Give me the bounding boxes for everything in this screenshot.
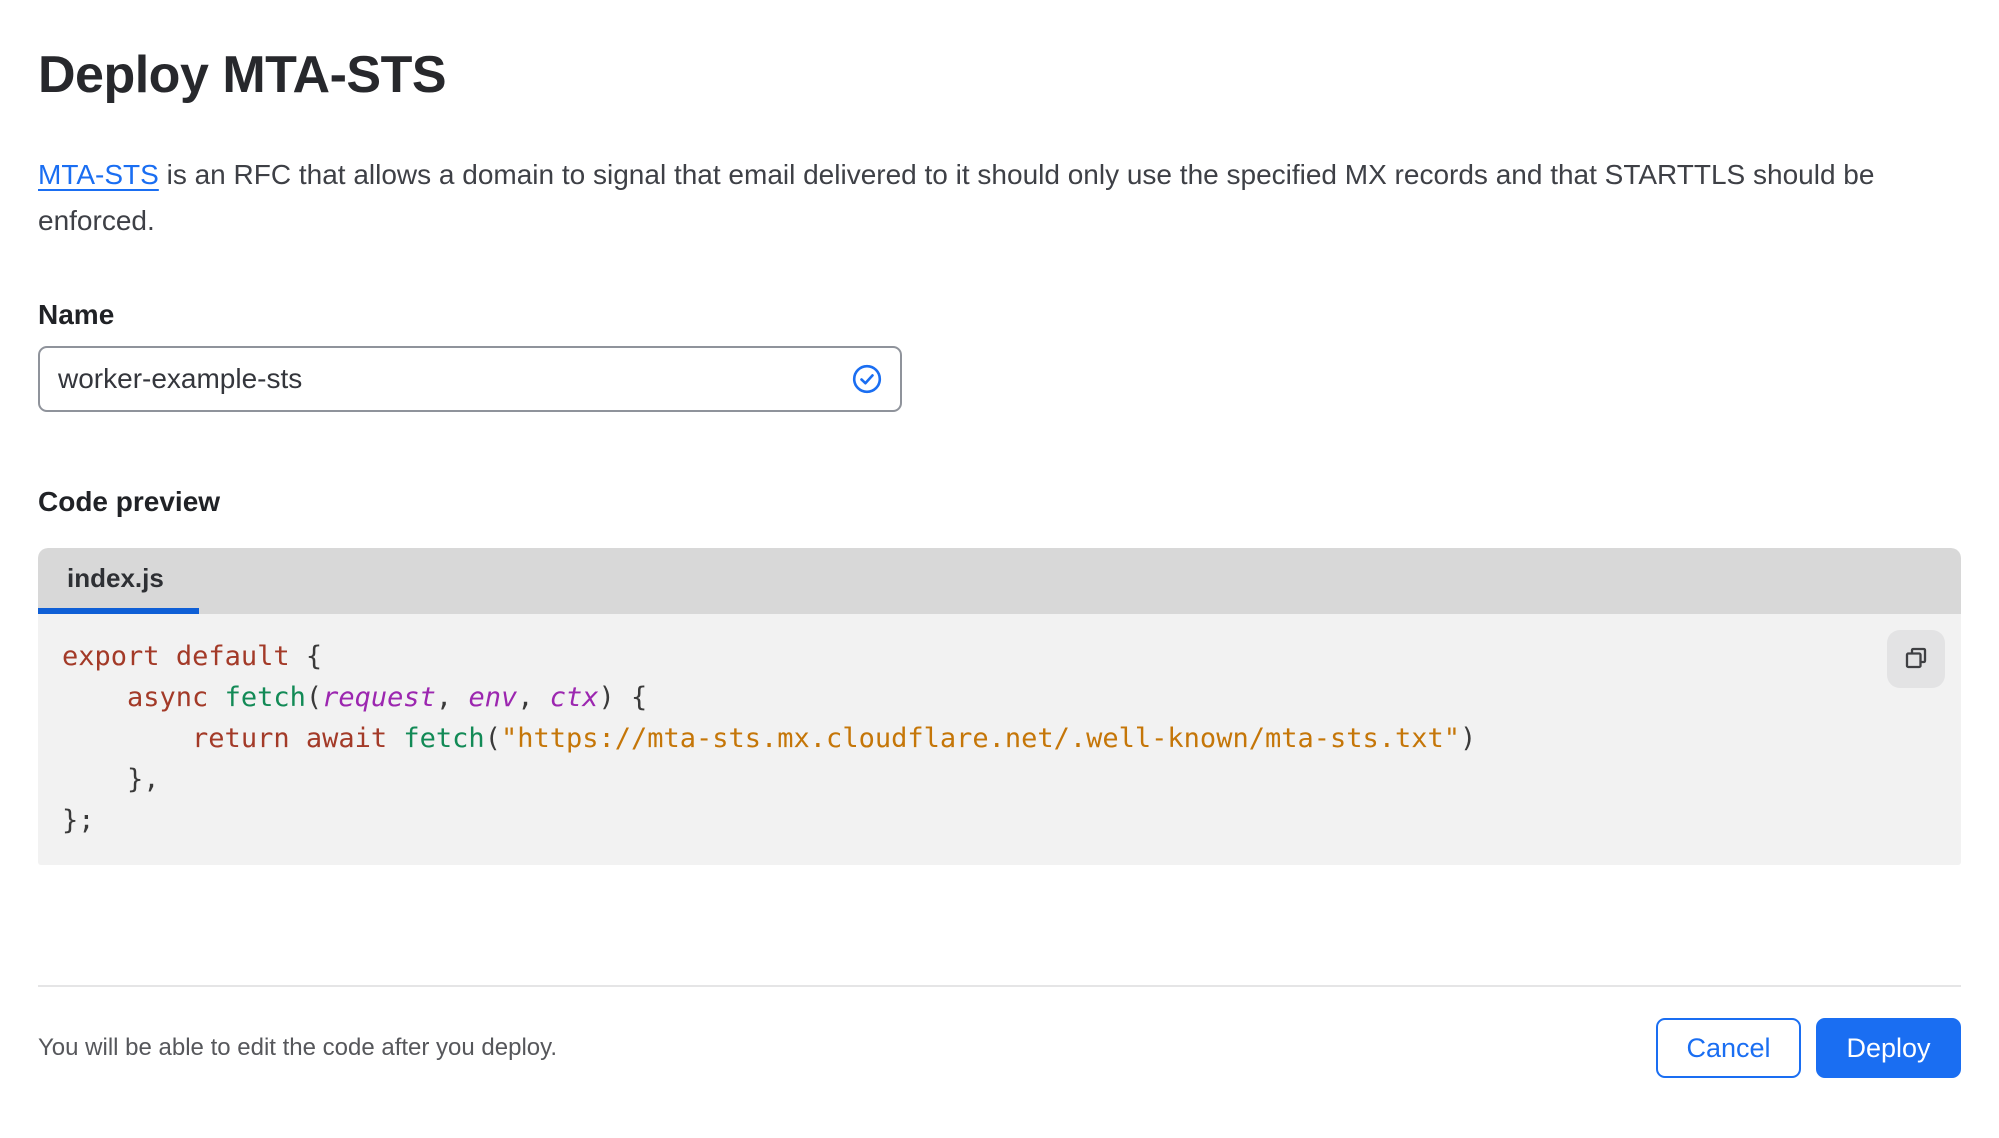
page-title: Deploy MTA-STS xyxy=(38,46,447,104)
deploy-button[interactable]: Deploy xyxy=(1816,1018,1961,1078)
name-input-wrapper xyxy=(38,346,902,412)
code-preview-label: Code preview xyxy=(38,486,221,517)
deploy-mta-sts-page: Deploy MTA-STS MTA-STS is an RFC that al… xyxy=(0,0,1999,1078)
code-tab-bar: index.js xyxy=(38,548,1961,614)
code-area: export default { async fetch(request, en… xyxy=(38,614,1961,865)
page-description-text: is an RFC that allows a domain to signal… xyxy=(38,159,1875,236)
tab-index-js[interactable]: index.js xyxy=(38,548,199,614)
page-description: MTA-STS is an RFC that allows a domain t… xyxy=(38,152,1898,244)
name-input[interactable] xyxy=(38,346,902,412)
copy-code-button[interactable] xyxy=(1887,630,1945,688)
copy-icon xyxy=(1900,642,1932,677)
check-circle-icon xyxy=(852,364,882,394)
code-preview-block: index.js export default { async fetch(re… xyxy=(38,548,1961,865)
footer-actions: Cancel Deploy xyxy=(1656,1018,1961,1078)
footer: You will be able to edit the code after … xyxy=(38,985,1961,1078)
footer-note: You will be able to edit the code after … xyxy=(38,1034,558,1061)
cancel-button[interactable]: Cancel xyxy=(1656,1018,1801,1078)
code-content: export default { async fetch(request, en… xyxy=(62,641,1477,836)
mta-sts-link[interactable]: MTA-STS xyxy=(38,159,159,190)
footer-divider xyxy=(38,985,1961,987)
tab-label: index.js xyxy=(67,563,164,593)
name-label: Name xyxy=(38,299,115,330)
